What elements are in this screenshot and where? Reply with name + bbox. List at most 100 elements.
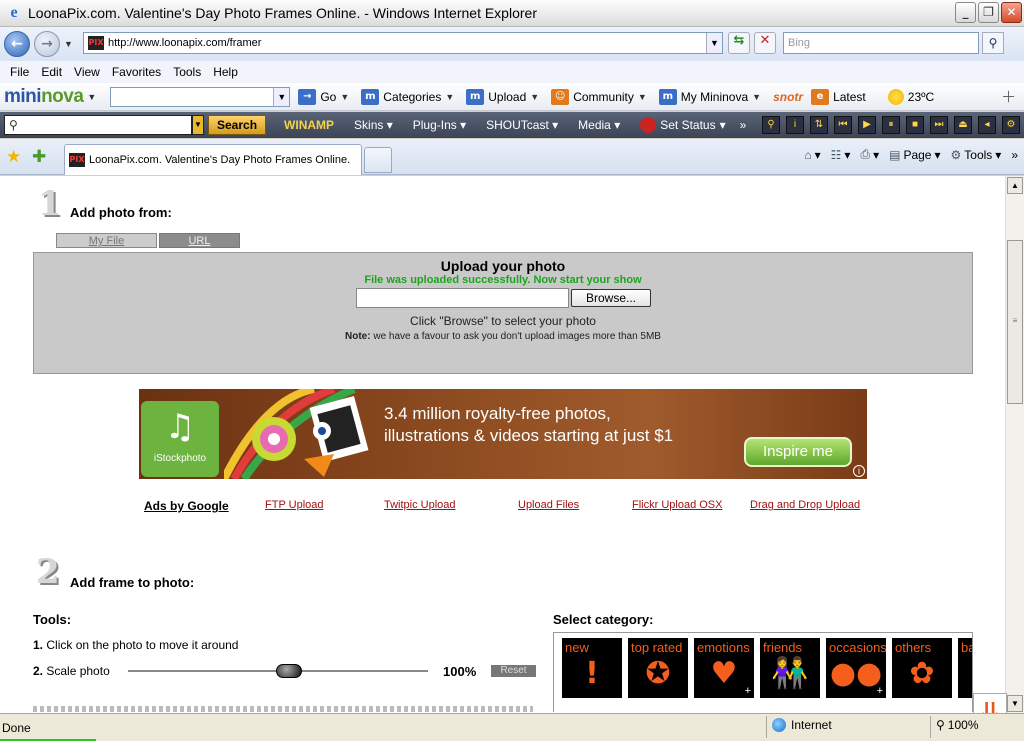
winamp-plugins-menu[interactable]: Plug-Ins ▾ <box>413 118 466 132</box>
favorites-star-icon[interactable]: ★ <box>6 147 21 167</box>
inspire-me-button[interactable]: Inspire me <box>744 437 852 467</box>
play-icon[interactable]: ▶ <box>858 116 876 134</box>
upload-files-link[interactable]: Upload Files <box>518 499 579 511</box>
stop-icon[interactable]: ■ <box>906 116 924 134</box>
winamp-overflow-icon[interactable]: » <box>740 118 747 132</box>
find-icon[interactable]: ⚲ <box>762 116 780 134</box>
snotr-button[interactable]: snotr <box>773 90 803 104</box>
category-others[interactable]: others ✿ <box>892 638 952 698</box>
forward-button[interactable]: → <box>34 31 60 57</box>
history-dropdown-icon[interactable]: ▼ <box>64 39 73 49</box>
tab-my-file[interactable]: My File <box>56 233 157 248</box>
categories-dropdown-icon[interactable]: ▼ <box>445 92 454 102</box>
back-button[interactable]: ← <box>4 31 30 57</box>
mininova-search-input[interactable]: ▼ <box>110 86 291 107</box>
vertical-scrollbar[interactable]: ▲ ≡ ▼ <box>1005 176 1024 713</box>
menu-favorites[interactable]: Favorites <box>106 65 167 79</box>
pause-icon[interactable]: ⏸ <box>882 116 900 134</box>
stop-button[interactable]: ✕ <box>754 32 776 54</box>
menu-view[interactable]: View <box>68 65 106 79</box>
mininova-logo[interactable]: mininova <box>4 86 84 108</box>
upload-note: Note: we have a favour to ask you don't … <box>34 331 972 342</box>
new-tab-button[interactable] <box>364 147 392 173</box>
feeds-button[interactable]: ☷ ▾ <box>831 148 851 162</box>
mininova-go-button[interactable]: → Go <box>298 88 336 105</box>
page-menu[interactable]: ▤ Page ▾ <box>889 148 940 162</box>
next-icon[interactable]: ⏭ <box>930 116 948 134</box>
security-zone[interactable]: Internet <box>772 718 832 732</box>
command-overflow-icon[interactable]: » <box>1011 148 1018 162</box>
categories-button[interactable]: m Categories <box>361 88 441 105</box>
winamp-logo[interactable]: WINAMP <box>284 118 334 132</box>
scale-slider-handle[interactable] <box>276 664 302 678</box>
floral-icon: ✿ <box>909 656 935 691</box>
print-button[interactable]: ⎙ ▾ <box>860 147 879 162</box>
category-partial[interactable]: ba <box>958 638 972 698</box>
flickr-upload-link[interactable]: Flickr Upload OSX <box>632 499 722 511</box>
twitpic-upload-link[interactable]: Twitpic Upload <box>384 499 456 511</box>
winamp-search-dropdown-icon[interactable]: ▼ <box>192 115 204 135</box>
category-new[interactable]: new! <box>562 638 622 698</box>
maximize-button[interactable]: ❐ <box>978 2 999 23</box>
tab-url[interactable]: URL <box>159 233 240 248</box>
ad-info-icon[interactable]: i <box>853 465 865 477</box>
category-top-rated[interactable]: top rated ✪ <box>628 638 688 698</box>
weather-button[interactable]: 23ºC <box>887 88 934 105</box>
refresh-button[interactable]: ⇆ <box>728 32 750 54</box>
toolbar-add-icon[interactable]: ＋ <box>1001 86 1016 107</box>
address-field[interactable]: PIX http://www.loonapix.com/framer ▼ <box>83 32 723 54</box>
file-path-input[interactable] <box>356 288 569 308</box>
drag-drop-upload-link[interactable]: Drag and Drop Upload <box>750 499 860 511</box>
mininova-search-dropdown-icon[interactable]: ▼ <box>273 87 290 106</box>
winamp-search-button[interactable]: Search <box>208 115 267 135</box>
scroll-thumb[interactable]: ≡ <box>1007 240 1023 404</box>
mininova-menu-icon[interactable]: ▼ <box>87 92 96 102</box>
address-dropdown-icon[interactable]: ▼ <box>706 33 722 53</box>
community-dropdown-icon[interactable]: ▼ <box>638 92 647 102</box>
my-mininova-dropdown-icon[interactable]: ▼ <box>752 92 761 102</box>
add-favorites-icon[interactable]: ✚ <box>32 147 46 167</box>
scroll-up-icon[interactable]: ▲ <box>1007 177 1023 194</box>
reset-button[interactable]: Reset <box>491 665 536 677</box>
search-input[interactable]: Bing <box>783 32 979 54</box>
winamp-set-status-menu[interactable]: Set Status ▾ <box>640 117 726 133</box>
shuffle-icon[interactable]: ⇅ <box>810 116 828 134</box>
settings-gear-icon[interactable]: ⚙ <box>1002 116 1020 134</box>
winamp-media-menu[interactable]: Media ▾ <box>578 118 620 132</box>
minimize-button[interactable]: _ <box>955 2 976 23</box>
eject-icon[interactable]: ⏏ <box>954 116 972 134</box>
upload-dropdown-icon[interactable]: ▼ <box>530 92 539 102</box>
menu-tools[interactable]: Tools <box>167 65 207 79</box>
community-button[interactable]: ☺ Community <box>551 88 634 105</box>
community-icon: ☺ <box>551 88 570 105</box>
tool1-text: Click on the photo to move it around <box>46 638 239 652</box>
istockphoto-ad-banner[interactable]: ♫ iStockphoto 3.4 million royalty-free p… <box>139 389 867 479</box>
ads-by-google-link[interactable]: Ads by Google <box>144 499 229 513</box>
go-dropdown-icon[interactable]: ▼ <box>340 92 349 102</box>
browse-button[interactable]: Browse... <box>571 289 651 307</box>
category-emotions[interactable]: emotions ♥ + <box>694 638 754 698</box>
ftp-upload-link[interactable]: FTP Upload <box>265 499 324 511</box>
ie-logo-icon: e <box>10 4 18 21</box>
winamp-skins-menu[interactable]: Skins ▾ <box>354 118 393 132</box>
scroll-down-icon[interactable]: ▼ <box>1007 695 1023 712</box>
upload-button[interactable]: m Upload <box>466 88 526 105</box>
latest-button[interactable]: e Latest <box>811 88 866 105</box>
info-icon[interactable]: i <box>786 116 804 134</box>
search-icon[interactable]: ⚲ <box>982 32 1004 54</box>
volume-icon[interactable]: ◂ <box>978 116 996 134</box>
zoom-control[interactable]: ⚲ 100% <box>936 718 979 732</box>
menu-edit[interactable]: Edit <box>35 65 68 79</box>
home-button[interactable]: ⌂ ▾ <box>804 148 820 162</box>
close-button[interactable]: ✕ <box>1001 2 1022 23</box>
menu-file[interactable]: File <box>4 65 35 79</box>
winamp-shoutcast-menu[interactable]: SHOUTcast ▾ <box>486 118 558 132</box>
category-friends[interactable]: friends 👫 <box>760 638 820 698</box>
my-mininova-button[interactable]: m My Mininova <box>658 88 748 105</box>
category-occasions[interactable]: occasions ●● + <box>826 638 887 698</box>
winamp-search-input[interactable]: ⚲ <box>4 115 192 135</box>
menu-help[interactable]: Help <box>207 65 244 79</box>
previous-icon[interactable]: ⏮ <box>834 116 852 134</box>
tools-menu[interactable]: ⚙ Tools ▾ <box>951 148 1002 162</box>
tab-loonapix[interactable]: PIX LoonaPix.com. Valentine's Day Photo … <box>64 144 362 175</box>
